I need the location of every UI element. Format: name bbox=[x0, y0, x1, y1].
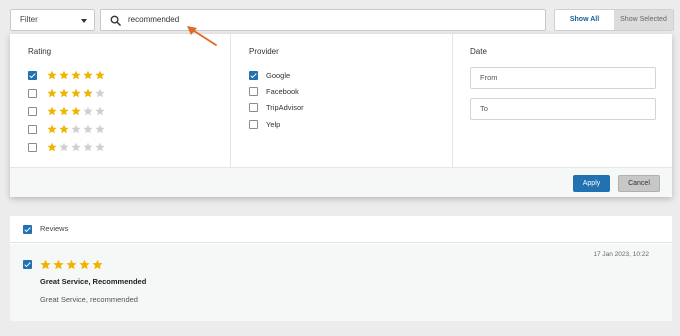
rating-stars bbox=[47, 88, 105, 98]
star-icon bbox=[59, 142, 69, 152]
show-selected-button[interactable]: Show Selected bbox=[614, 10, 673, 30]
rating-checkbox[interactable] bbox=[28, 70, 37, 80]
provider-label: Google bbox=[266, 70, 291, 80]
rating-checkbox[interactable] bbox=[28, 106, 37, 116]
star-icon bbox=[71, 106, 81, 116]
rating-stars bbox=[47, 124, 105, 134]
star-icon bbox=[66, 259, 77, 270]
review-rating bbox=[40, 259, 103, 270]
provider-option-yelp[interactable]: Yelp bbox=[249, 118, 280, 130]
review-date: 17 Jan 2023, 10:22 bbox=[593, 251, 649, 258]
date-from-placeholder: From bbox=[480, 73, 498, 82]
star-icon bbox=[47, 142, 57, 152]
rating-option-5[interactable] bbox=[28, 69, 105, 81]
provider-option-facebook[interactable]: Facebook bbox=[249, 85, 299, 97]
star-icon bbox=[83, 142, 93, 152]
star-icon bbox=[83, 106, 93, 116]
star-icon bbox=[83, 124, 93, 134]
provider-label: Yelp bbox=[266, 119, 281, 129]
search-value: recommended bbox=[128, 15, 180, 24]
apply-button[interactable]: Apply bbox=[573, 175, 610, 192]
reviews-list: Reviews 17 Jan 2023, 10:22 Great Service… bbox=[10, 216, 672, 321]
show-all-button[interactable]: Show All bbox=[555, 10, 614, 30]
provider-option-tripadvisor[interactable]: TripAdvisor bbox=[249, 101, 304, 113]
filter-panel: Rating Provider Google Facebook TripAdviso… bbox=[10, 34, 672, 197]
star-icon bbox=[95, 142, 105, 152]
provider-checkbox[interactable] bbox=[249, 86, 258, 96]
star-icon bbox=[95, 124, 105, 134]
provider-checkbox[interactable] bbox=[249, 70, 258, 80]
date-from-input[interactable]: From bbox=[470, 67, 656, 89]
review-body: Great Service, recommended bbox=[40, 295, 138, 304]
star-icon bbox=[59, 70, 69, 80]
provider-label: TripAdvisor bbox=[266, 102, 304, 112]
provider-label: Facebook bbox=[266, 86, 299, 96]
rating-option-3[interactable] bbox=[28, 105, 105, 117]
chevron-down-icon bbox=[81, 19, 87, 23]
star-icon bbox=[71, 142, 81, 152]
star-icon bbox=[47, 70, 57, 80]
star-icon bbox=[71, 88, 81, 98]
rating-stars bbox=[47, 142, 105, 152]
select-all-checkbox[interactable] bbox=[23, 225, 32, 234]
star-icon bbox=[95, 70, 105, 80]
star-icon bbox=[47, 106, 57, 116]
rating-option-2[interactable] bbox=[28, 123, 105, 135]
review-item[interactable]: 17 Jan 2023, 10:22 Great Service, Recomm… bbox=[10, 244, 672, 321]
view-toggle: Show All Show Selected bbox=[554, 9, 674, 31]
search-input[interactable]: recommended bbox=[100, 9, 546, 31]
review-checkbox[interactable] bbox=[23, 260, 32, 269]
reviews-header-label: Reviews bbox=[40, 224, 69, 233]
star-icon bbox=[95, 88, 105, 98]
date-to-input[interactable]: To bbox=[470, 98, 656, 120]
star-icon bbox=[71, 70, 81, 80]
date-heading: Date bbox=[470, 47, 487, 56]
star-icon bbox=[59, 106, 69, 116]
rating-stars bbox=[47, 70, 105, 80]
review-title: Great Service, Recommended bbox=[40, 277, 147, 286]
rating-checkbox[interactable] bbox=[28, 142, 37, 152]
star-icon bbox=[92, 259, 103, 270]
star-icon bbox=[71, 124, 81, 134]
star-icon bbox=[47, 88, 57, 98]
provider-heading: Provider bbox=[249, 47, 279, 56]
star-icon bbox=[47, 124, 57, 134]
date-to-placeholder: To bbox=[480, 104, 488, 113]
provider-option-google[interactable]: Google bbox=[249, 69, 290, 81]
rating-stars bbox=[47, 106, 105, 116]
star-icon bbox=[83, 88, 93, 98]
filter-footer: Apply Cancel bbox=[10, 167, 672, 197]
provider-checkbox[interactable] bbox=[249, 119, 258, 129]
rating-heading: Rating bbox=[28, 47, 52, 56]
rating-checkbox[interactable] bbox=[28, 124, 37, 134]
star-icon bbox=[83, 70, 93, 80]
rating-option-1[interactable] bbox=[28, 141, 105, 153]
filter-dropdown[interactable]: Filter bbox=[10, 9, 95, 31]
toolbar: Filter recommended Show All Show Selecte… bbox=[10, 9, 674, 31]
cancel-button[interactable]: Cancel bbox=[618, 175, 660, 192]
provider-checkbox[interactable] bbox=[249, 102, 258, 112]
arrow-annotation-icon bbox=[187, 26, 217, 46]
date-filter: Date From To bbox=[453, 34, 672, 167]
reviews-header: Reviews bbox=[10, 216, 672, 243]
star-icon bbox=[59, 124, 69, 134]
filter-dropdown-label: Filter bbox=[20, 15, 38, 24]
rating-option-4[interactable] bbox=[28, 87, 105, 99]
star-icon bbox=[53, 259, 64, 270]
rating-filter: Rating bbox=[10, 34, 231, 167]
star-icon bbox=[79, 259, 90, 270]
rating-checkbox[interactable] bbox=[28, 88, 37, 98]
star-icon bbox=[59, 88, 69, 98]
star-icon bbox=[40, 259, 51, 270]
provider-filter: Provider Google Facebook TripAdvisor Yelp bbox=[231, 34, 453, 167]
star-icon bbox=[95, 106, 105, 116]
search-icon bbox=[110, 15, 121, 26]
